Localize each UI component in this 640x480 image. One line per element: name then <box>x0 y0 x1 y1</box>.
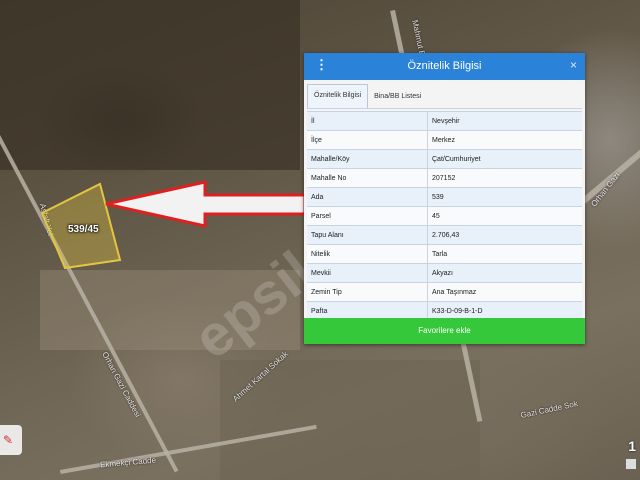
attribute-value: Tarla <box>427 244 582 264</box>
pen-icon: ✎ <box>3 433 14 447</box>
panel-title: Öznitelik Bilgisi <box>407 60 482 72</box>
table-row: Tapu Alanı 2.706,43 <box>307 225 582 245</box>
tab-bar: Öznitelik Bilgisi Bina/BB Listesi <box>307 82 582 109</box>
attribute-value: Merkez <box>427 130 582 150</box>
attribute-value: Çat/Cumhuriyet <box>427 149 582 169</box>
attribute-key: Mevkii <box>307 263 428 283</box>
table-row: Ada 539 <box>307 187 582 207</box>
attribute-key: Nitelik <box>307 244 428 264</box>
table-row: Mevkii Akyazı <box>307 263 582 283</box>
table-row: İl Nevşehir <box>307 111 582 131</box>
attribute-value: 539 <box>427 187 582 207</box>
table-row: Parsel 45 <box>307 206 582 226</box>
attribute-key: Zemin Tip <box>307 282 428 302</box>
add-favorites-button[interactable]: Favorilere ekle <box>304 318 585 344</box>
attribute-value: Nevşehir <box>427 111 582 131</box>
attribute-value: 45 <box>427 206 582 226</box>
attribute-key: Tapu Alanı <box>307 225 428 245</box>
tab-building-list[interactable]: Bina/BB Listesi <box>368 86 427 108</box>
attribute-value: Akyazı <box>427 263 582 283</box>
panel-header: ⋮ Öznitelik Bilgisi × <box>304 53 585 80</box>
attribute-value: Ana Taşınmaz <box>427 282 582 302</box>
attribute-key: İl <box>307 111 428 131</box>
attribute-key: Mahalle No <box>307 168 428 188</box>
corner-number: 1 <box>628 438 636 454</box>
table-row: Mahalle No 207152 <box>307 168 582 188</box>
tab-attributes[interactable]: Öznitelik Bilgisi <box>307 84 369 108</box>
close-icon[interactable]: × <box>570 58 577 72</box>
attribute-value: 207152 <box>427 168 582 188</box>
attribute-key: Parsel <box>307 206 428 226</box>
layer-icon[interactable] <box>625 458 637 470</box>
draw-tool-button[interactable]: ✎ <box>0 425 22 455</box>
attribute-key: İlçe <box>307 130 428 150</box>
table-row: Nitelik Tarla <box>307 244 582 264</box>
attribute-value: 2.706,43 <box>427 225 582 245</box>
attribute-key: Ada <box>307 187 428 207</box>
table-row: Mahalle/Köy Çat/Cumhuriyet <box>307 149 582 169</box>
table-row: İlçe Merkez <box>307 130 582 150</box>
attribute-table: İl Nevşehir İlçe Merkez Mahalle/Köy Çat/Cumhu… <box>307 111 582 320</box>
table-row: Zemin Tip Ana Taşınmaz <box>307 282 582 302</box>
attribute-key: Mahalle/Köy <box>307 149 428 169</box>
attribute-panel: ⋮ Öznitelik Bilgisi × Öznitelik Bilgisi … <box>304 53 585 344</box>
